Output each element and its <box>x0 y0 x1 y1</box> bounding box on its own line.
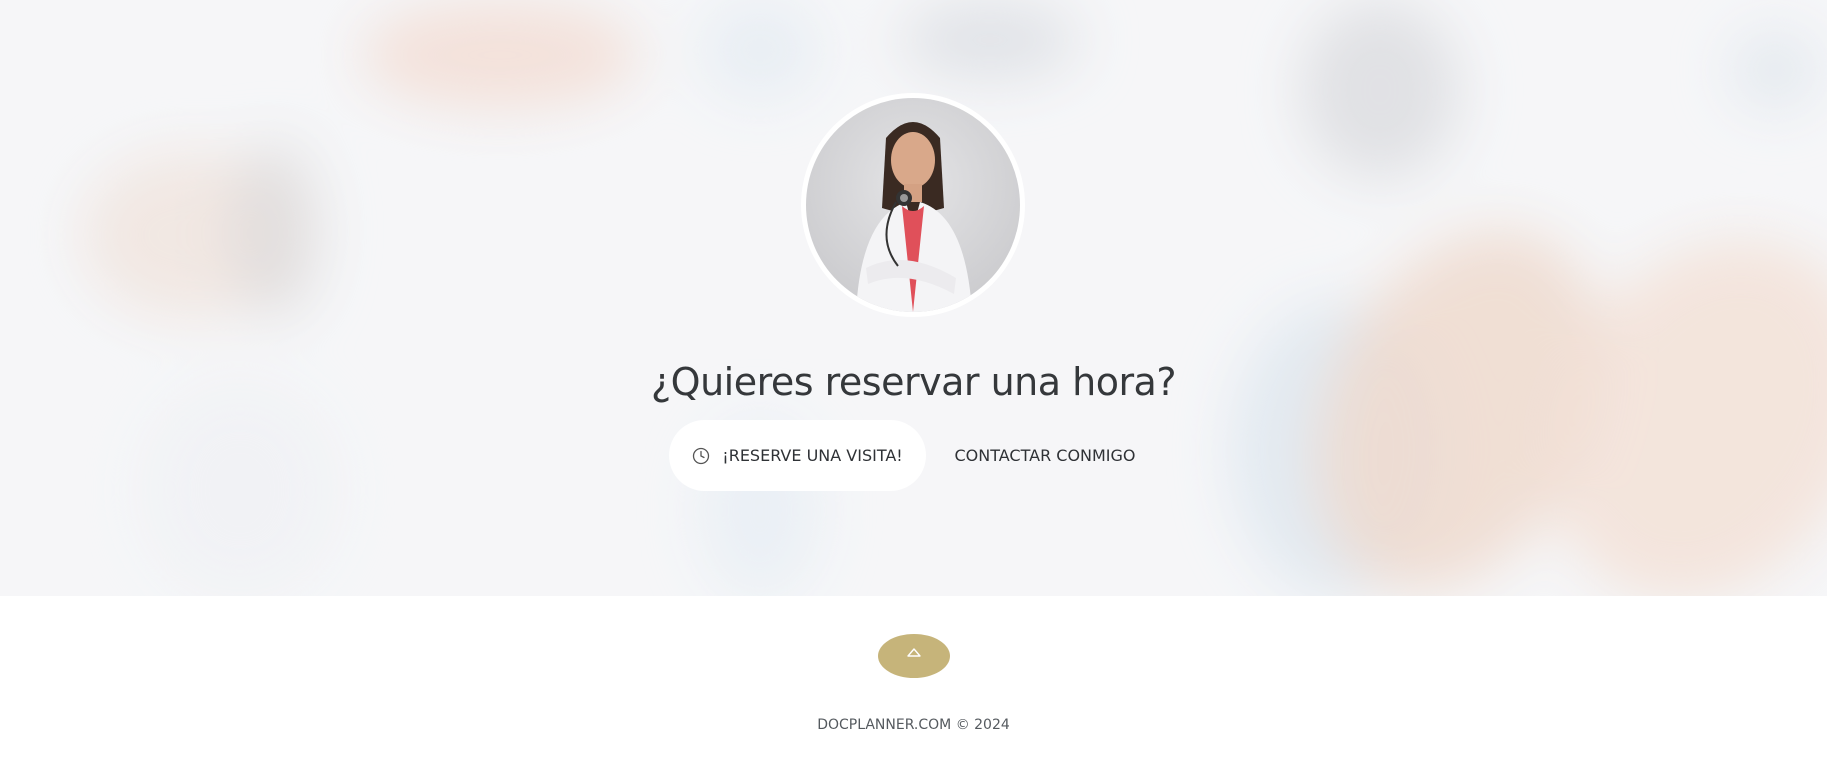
footer-copyright: © 2024 <box>955 717 1010 733</box>
scroll-to-top-button[interactable] <box>878 634 950 678</box>
footer-brand-link[interactable]: DOCPLANNER.COM <box>817 717 951 733</box>
contact-button[interactable]: CONTACTAR CONMIGO <box>950 420 1140 491</box>
footer: DOCPLANNER.COM © 2024 <box>0 717 1827 733</box>
doctor-avatar <box>801 93 1025 317</box>
clock-icon <box>692 447 710 465</box>
book-visit-label: ¡RESERVE UNA VISITA! <box>722 446 903 465</box>
page-title: ¿Quieres reservar una hora? <box>650 360 1177 404</box>
chevron-up-icon <box>906 643 922 662</box>
book-visit-button[interactable]: ¡RESERVE UNA VISITA! <box>669 420 926 491</box>
hero-section: ¿Quieres reservar una hora? ¡RESERVE UNA… <box>0 0 1827 596</box>
doctor-photo <box>806 98 1020 312</box>
